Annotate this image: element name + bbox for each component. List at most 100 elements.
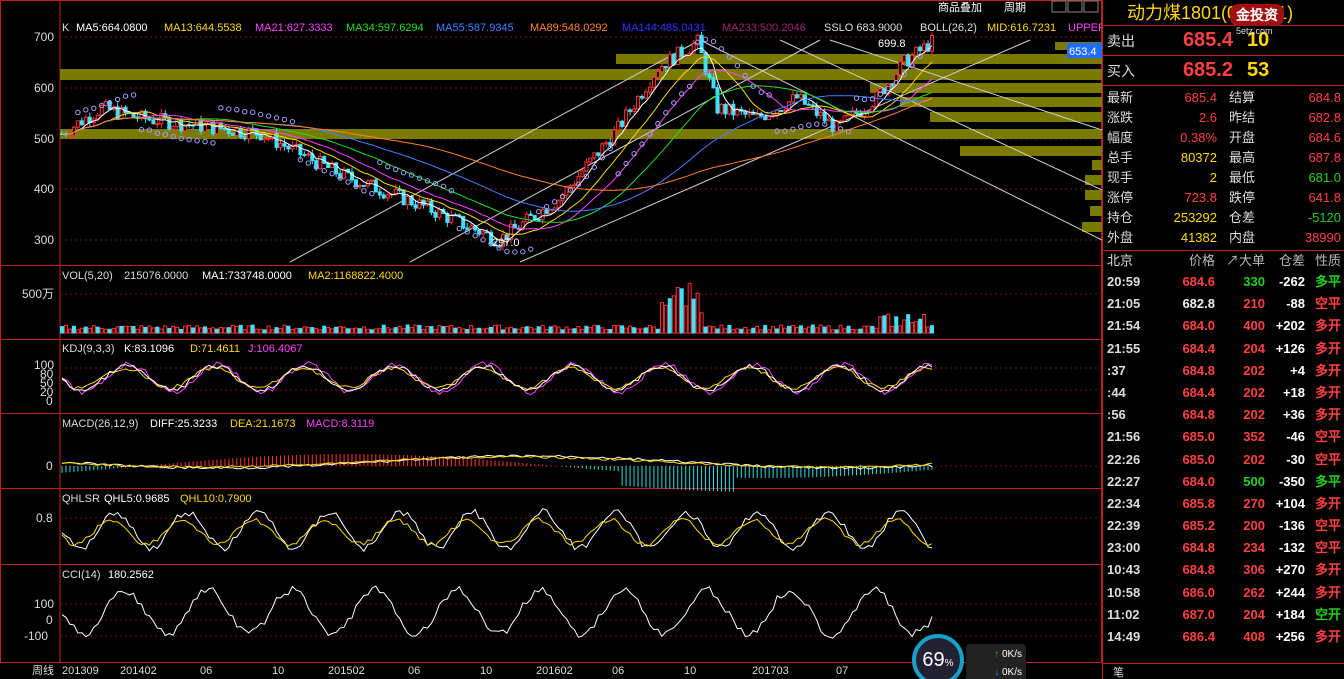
macd-bar [673,466,675,490]
candle-body [401,189,406,206]
kline-chart[interactable]: 699.8 297.0 653.4 700 600 500 400 300 50… [0,0,1102,679]
tick-row[interactable]: 10:43 684.8 306 +270 多开 [1103,559,1344,581]
macd-bar [546,465,548,466]
macd-bar [617,466,619,472]
macd-bar [641,466,643,488]
macd-bar [490,460,492,466]
candle-body [914,46,919,56]
tick-oi-change: -262 [1278,274,1305,289]
tick-row[interactable]: 21:05 682.8 210 -88 空平 [1103,293,1344,315]
tick-oi-change: -136 [1278,518,1305,534]
volume-bar [906,314,911,334]
macd-bar [256,456,258,466]
vol-y-tick: 500万 [22,287,54,301]
volume-bar [71,325,76,334]
volume-bar [230,324,235,334]
tick-volume: 262 [1243,584,1265,600]
overlay-button[interactable]: 商品叠加 [938,0,982,14]
volume-bar [679,288,684,334]
tick-row[interactable]: 14:49 686.4 408 +256 多开 [1103,626,1344,648]
volume-bar [532,328,537,334]
macd-bar [411,455,413,466]
volume-bar [393,327,398,334]
prev-icon[interactable] [1051,0,1067,13]
volume-bar [385,327,390,334]
tick-row[interactable]: 22:39 685.2 200 -136 空平 [1103,515,1344,537]
candle-body [469,225,474,229]
candle-body [906,54,911,67]
candle-body [393,188,398,195]
tick-row[interactable]: :44 684.4 202 +18 多开 [1103,382,1344,404]
volume-bar [926,326,931,334]
sar-dot [122,93,129,99]
volume-bar [556,326,561,334]
header-oi-change: 仓差 [1278,253,1305,268]
macd-bar [709,466,711,491]
volume-bar [314,328,319,334]
tick-row[interactable]: 11:02 687.0 204 +184 空开 [1103,604,1344,626]
tick-nature: 多开 [1314,362,1341,378]
tick-header: 北京 价格 ↗大单 仓差 性质 [1103,251,1344,271]
macd-bar [685,466,687,490]
command-bar[interactable]: 笔 [1103,663,1344,679]
period-button[interactable]: 周期 [1004,1,1026,14]
volume-bar [552,325,557,334]
next-icon[interactable] [1067,0,1083,13]
tick-row[interactable]: :56 684.8 202 +36 多开 [1103,404,1344,426]
boll-mid-label: MID:616.7231 [987,22,1056,34]
tick-oi-change: -132 [1278,540,1305,556]
tick-row[interactable]: 22:34 685.8 270 +104 多开 [1103,493,1344,515]
volume-bar [326,327,331,334]
zoom-icon[interactable] [1083,0,1099,13]
macd-bar [97,466,99,470]
volume-bar [143,326,148,334]
tick-oi-change: -46 [1286,429,1305,445]
stats-table: 最新 685.4 结算 684.8 涨跌 2.6 昨结 682.8 幅度 0.38% 开盘 684.6… [1103,86,1344,251]
candle-body [651,76,656,88]
header-nature: 性质 [1314,253,1341,268]
tick-row[interactable]: 10:58 686.0 262 +244 多开 [1103,582,1344,604]
stat-value: 2.6 [1198,110,1217,125]
macd-bar [689,466,691,491]
tick-nature: 空平 [1314,540,1341,556]
candle-body [699,34,704,54]
volume-bar [814,327,819,334]
kline-chart-area[interactable]: 699.8 297.0 653.4 700 600 500 400 300 50… [0,0,1102,679]
volume-bar [882,315,887,334]
sar-dot [710,38,717,45]
tick-row[interactable]: 21:56 685.0 352 -46 空平 [1103,426,1344,448]
tick-row[interactable]: 22:27 684.0 500 -350 多平 [1103,471,1344,493]
tick-row[interactable]: 22:26 685.0 202 -30 空平 [1103,449,1344,471]
tick-price: 684.4 [1182,340,1215,356]
volume-bar [600,327,605,334]
macd-bar [597,466,599,470]
volume-bar [588,327,593,334]
network-gauge[interactable]: 69% [912,634,964,679]
volume-bar [159,328,164,334]
macd-legend: MACD(26,12,9) DIFF:25.3233 DEA:21.1673 M… [62,418,374,430]
kdj-d: D:71.4611 [190,343,240,355]
macd-bar [426,456,428,466]
tick-row[interactable]: 23:00 684.8 234 -132 空平 [1103,537,1344,559]
volume-bar [409,327,414,334]
tick-row[interactable]: 21:54 684.0 400 +202 多开 [1103,315,1344,337]
y-tick: 300 [34,233,54,247]
y-tick: 600 [34,81,54,95]
tick-row[interactable]: 21:55 684.4 204 +126 多开 [1103,338,1344,360]
macd-title: MACD(26,12,9) [62,418,138,430]
x-tick: 201402 [120,665,157,677]
tick-row[interactable]: :37 684.8 202 +4 多开 [1103,360,1344,382]
macd-bar [919,466,921,471]
header-volume[interactable]: ↗大单 [1215,251,1265,271]
volume-bar [838,324,843,334]
macd-bar [752,466,754,478]
tick-time: 10:58 [1107,584,1141,600]
buy-row[interactable]: 买入 685.2 53 [1103,56,1344,86]
sar-dot [75,109,81,116]
macd-bar [462,458,464,466]
tick-row[interactable]: 20:59 684.6 330 -262 多平 [1103,271,1344,293]
stat-label: 开盘 [1229,130,1256,145]
macd-bar [502,461,504,466]
sell-row[interactable]: 卖出 685.4 10 [1103,26,1344,56]
tick-list[interactable]: 20:59 684.6 330 -262 多平 21:05 682.8 210 -88 空平 21:… [1103,271,1344,648]
